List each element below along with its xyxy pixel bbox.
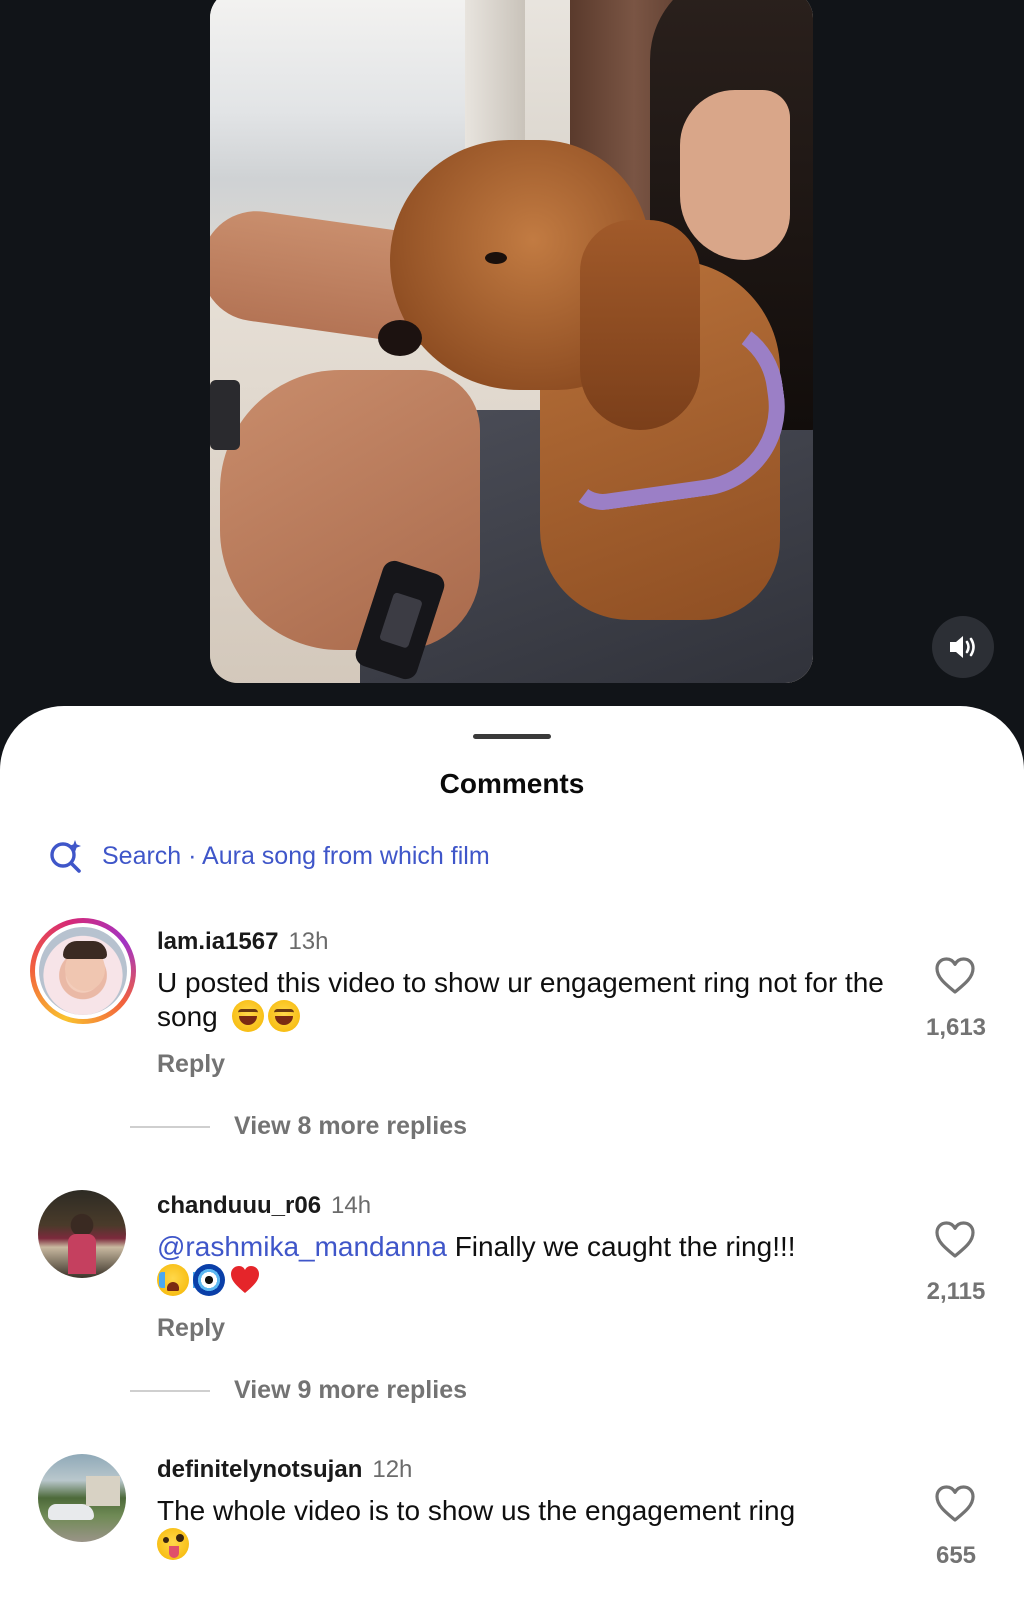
avatar-figure [68, 1234, 96, 1274]
replies-divider [130, 1125, 210, 1128]
reel-video[interactable] [210, 0, 813, 683]
speaker-volume-icon [950, 636, 975, 658]
emoji-nazar-amulet-icon [193, 1264, 225, 1296]
avatar-hair [63, 941, 107, 959]
comment-time: 14h [331, 1192, 372, 1219]
emoji-face-with-tears-of-joy-icon [231, 1000, 264, 1032]
video-dog-eye [485, 252, 507, 264]
comment-text: The whole video is to show us the engage… [157, 1494, 897, 1562]
like-count: 1,613 [925, 1014, 987, 1041]
like-count: 2,115 [926, 1278, 986, 1305]
comment-text: @rashmika_mandanna Finally we caught the… [157, 1230, 897, 1298]
comment-username[interactable]: definitelynotsujan [157, 1456, 362, 1484]
comments-sheet: Comments Search · Aura song from which f… [0, 706, 1024, 1599]
emoji-loudly-crying-face-icon [157, 1264, 199, 1296]
heart-like-icon[interactable] [934, 956, 976, 996]
search-suggestion-text: Search · Aura song from which film [102, 841, 490, 870]
comment-time: 13h [288, 928, 329, 955]
sheet-drag-handle[interactable] [473, 734, 551, 739]
emoji-zany-face-icon [157, 1528, 189, 1560]
avatar-car [48, 1504, 94, 1520]
reply-button[interactable]: Reply [157, 1050, 225, 1079]
sparkle-search-icon [50, 840, 81, 873]
comment-mention-link[interactable]: @rashmika_mandanna [157, 1231, 447, 1262]
comment-text: U posted this video to show ur engagemen… [157, 967, 884, 1032]
avatar[interactable] [30, 918, 136, 1024]
comment-username[interactable]: lam.ia1567 [157, 928, 278, 956]
video-phone [210, 380, 240, 450]
video-person-hand [220, 370, 480, 650]
view-more-replies-button[interactable]: View 9 more replies [130, 1376, 467, 1405]
video-dog-ear [580, 220, 700, 430]
search-suggestion[interactable]: Search · Aura song from which film [48, 836, 490, 876]
emoji-red-heart-icon [229, 1264, 261, 1296]
replies-divider [130, 1389, 210, 1392]
comment-username[interactable]: chanduuu_r06 [157, 1192, 321, 1220]
emoji-face-with-tears-of-joy-icon [267, 1000, 300, 1032]
comment-time: 12h [372, 1456, 413, 1483]
video-person-face [680, 90, 790, 260]
avatar-building [86, 1476, 120, 1506]
sheet-title: Comments [439, 768, 585, 799]
view-more-replies-button[interactable]: View 8 more replies [130, 1112, 467, 1141]
sound-toggle-button[interactable] [932, 616, 994, 678]
avatar[interactable] [38, 1454, 126, 1542]
reply-button[interactable]: Reply [157, 1314, 225, 1343]
reel-video-area[interactable] [0, 0, 1024, 720]
avatar[interactable] [38, 1190, 126, 1278]
video-dog-nose [378, 320, 422, 356]
heart-like-icon[interactable] [934, 1484, 976, 1524]
like-count: 655 [935, 1542, 977, 1569]
heart-like-icon[interactable] [934, 1220, 976, 1260]
